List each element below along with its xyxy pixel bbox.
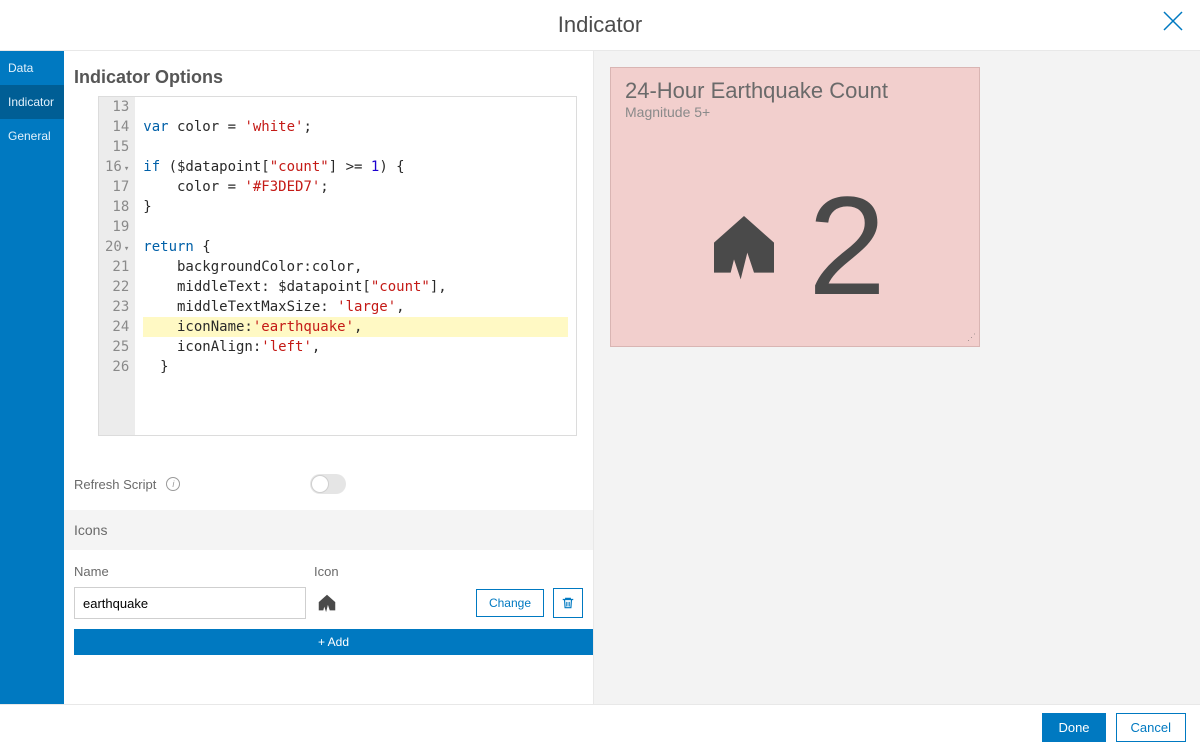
refresh-toggle[interactable] [310, 474, 346, 494]
delete-icon-button[interactable] [553, 588, 583, 618]
done-button[interactable]: Done [1042, 713, 1105, 742]
cancel-button[interactable]: Cancel [1116, 713, 1186, 742]
close-icon[interactable] [1160, 8, 1186, 40]
preview-value: 2 [808, 176, 886, 316]
dialog-title: Indicator [558, 12, 642, 38]
resize-handle-icon[interactable]: ⋰ [967, 332, 976, 343]
info-icon[interactable]: i [166, 477, 180, 491]
col-name: Name [74, 564, 314, 579]
code-editor[interactable]: 1314151617181920212223242526 var color =… [98, 96, 577, 436]
refresh-script-label: Refresh Script [74, 477, 156, 492]
icons-column-headers: Name Icon [64, 550, 593, 587]
change-icon-button[interactable]: Change [476, 589, 544, 617]
sidebar-tab-indicator[interactable]: Indicator [0, 85, 64, 119]
earthquake-icon [316, 592, 338, 614]
icon-name-input[interactable] [74, 587, 306, 619]
indicator-preview: 24-Hour Earthquake Count Magnitude 5+ 2 … [610, 67, 980, 347]
preview-subtitle: Magnitude 5+ [625, 104, 965, 120]
sidebar-tab-general[interactable]: General [0, 119, 64, 153]
earthquake-icon [704, 206, 784, 286]
icon-row: Change [64, 587, 593, 629]
preview-title: 24-Hour Earthquake Count [625, 78, 965, 104]
sidebar: Data Indicator General [0, 51, 64, 704]
options-title: Indicator Options [64, 51, 593, 96]
icons-section-header: Icons [64, 510, 593, 550]
col-icon: Icon [314, 564, 583, 579]
sidebar-tab-data[interactable]: Data [0, 51, 64, 85]
add-icon-button[interactable]: + Add [74, 629, 593, 655]
